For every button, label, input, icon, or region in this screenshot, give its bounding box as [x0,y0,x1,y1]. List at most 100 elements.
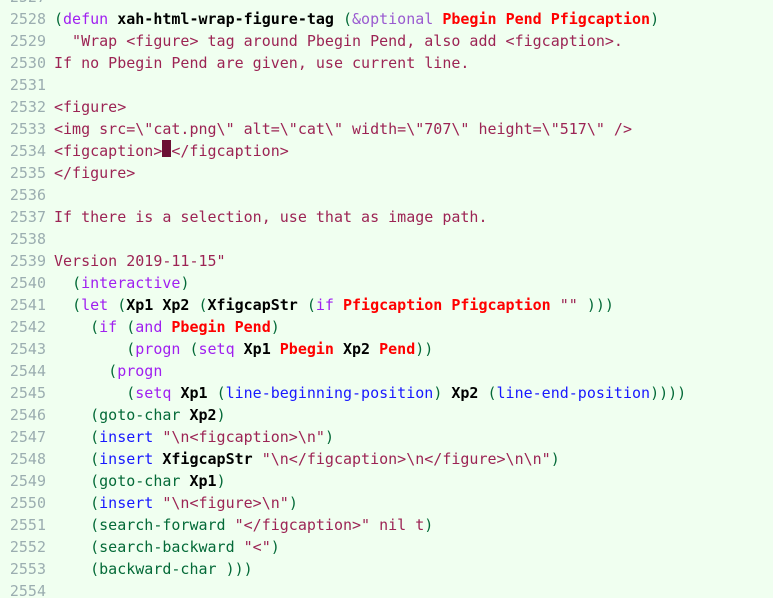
code-line[interactable]: 2535 </figure> [0,162,773,184]
code-token: ( [90,406,100,424]
code-line[interactable]: 2546 (goto-char Xp2) [0,404,773,426]
code-line[interactable]: 2551 (search-forward "</figcaption>" nil… [0,514,773,536]
code-token: "\n<figure>\n" [162,494,289,512]
code-line[interactable]: 2548 (insert XfigcapStr "\n</figcaption>… [0,448,773,470]
line-content: (progn (setq Xp1 Pbegin Xp2 Pend)) [54,338,433,360]
line-content: (backward-char ))) [54,558,253,580]
code-line[interactable]: 2533 <img src=\"cat.png\" alt=\"cat\" wi… [0,118,773,140]
code-line[interactable]: 2543 (progn (setq Xp1 Pbegin Xp2 Pend)) [0,338,773,360]
line-content: (search-forward "</figcaption>" nil t) [54,514,433,536]
code-line[interactable]: 2527 [0,0,773,8]
code-token: line-end-position [496,384,651,402]
code-token: )) [415,340,434,358]
line-content: <figure> [54,96,126,118]
emacs-code-buffer[interactable]: 2527 2528 (defun xah-html-wrap-figure-ta… [0,0,773,598]
code-line[interactable]: 2529 "Wrap <figure> tag around Pbegin Pe… [0,30,773,52]
code-token: Xp2 [343,340,371,358]
line-content: (let (Xp1 Xp2 (XfigcapStr (if Pfigcaptio… [54,294,614,316]
line-number: 2537 [9,208,46,226]
code-token: progn [117,362,163,380]
code-token: ( [216,384,226,402]
code-line[interactable]: 2528 (defun xah-html-wrap-figure-tag (&o… [0,8,773,30]
code-token: interactive [81,274,181,292]
line-content: Version 2019-11-15" [54,250,226,272]
code-token: ( [487,384,497,402]
code-token: goto-char [99,472,181,490]
line-number: 2550 [9,494,46,512]
code-token: Xp2 [162,296,190,314]
line-content-post-cursor: </figcaption> [171,140,288,162]
code-line[interactable]: 2541 (let (Xp1 Xp2 (XfigcapStr (if Pfigc… [0,294,773,316]
code-token: progn [135,340,181,358]
line-number: 2551 [9,516,46,534]
code-token: ( [72,274,82,292]
line-number: 2532 [9,98,46,116]
code-token: <img src=\"cat.png\" alt=\"cat\" width=\… [54,120,632,138]
code-token: "<" [243,538,271,556]
code-token: ( [126,384,136,402]
code-line[interactable]: 2532 <figure> [0,96,773,118]
line-number: 2543 [9,340,46,358]
code-token: ) [424,516,434,534]
code-token: Xp1 [189,472,217,490]
code-line[interactable]: 2542 (if (and Pbegin Pend) [0,316,773,338]
code-token: XfigcapStr [162,450,253,468]
code-line[interactable]: 2540 (interactive) [0,272,773,294]
code-lines-container: 2527 2528 (defun xah-html-wrap-figure-ta… [0,0,773,598]
code-line[interactable]: 2547 (insert "\n<figcaption>\n") [0,426,773,448]
code-line[interactable]: 2549 (goto-char Xp1) [0,470,773,492]
code-token: Version 2019-11-15" [54,252,226,270]
code-token: Xp1 [126,296,154,314]
code-line[interactable]: 2531 [0,74,773,96]
code-token: ) [270,538,280,556]
code-token: )))) [650,384,687,402]
code-line[interactable]: 2539 Version 2019-11-15" [0,250,773,272]
line-number: 2544 [9,362,46,380]
code-line[interactable]: 2538 [0,228,773,250]
code-line[interactable]: 2550 (insert "\n<figure>\n") [0,492,773,514]
code-token: ( [90,538,100,556]
code-line[interactable]: 2545 (setq Xp1 (line-beginning-position)… [0,382,773,404]
text-cursor [162,140,172,157]
code-token: XfigcapStr [207,296,298,314]
code-line[interactable]: 2554 [0,580,773,598]
line-number: 2535 [9,164,46,182]
code-line[interactable]: 2536 [0,184,773,206]
code-token: xah-html-wrap-figure-tag [117,10,334,28]
code-token: "\n<figcaption>\n" [162,428,325,446]
line-number: 2553 [9,560,46,578]
code-token: Pfigcaption [343,296,443,314]
code-line[interactable]: 2552 (search-backward "<") [0,536,773,558]
line-content: (search-backward "<") [54,536,280,558]
code-token: ( [108,362,118,380]
line-content: (progn [54,360,162,382]
line-content: (defun xah-html-wrap-figure-tag (&option… [54,8,659,30]
code-line[interactable]: 2553 (backward-char ))) [0,558,773,580]
code-line[interactable]: 2537 If there is a selection, use that a… [0,206,773,228]
code-line[interactable]: 2530 If no Pbegin Pend are given, use cu… [0,52,773,74]
code-line-with-cursor[interactable]: 2534 <figcaption> </figcaption> [0,140,773,162]
code-line[interactable]: 2544 (progn [0,360,773,382]
code-token: </figure> [54,164,136,182]
code-token: Xp1 [243,340,271,358]
line-number: 2528 [9,10,46,28]
code-token: t [415,516,425,534]
line-number: 2546 [9,406,46,424]
